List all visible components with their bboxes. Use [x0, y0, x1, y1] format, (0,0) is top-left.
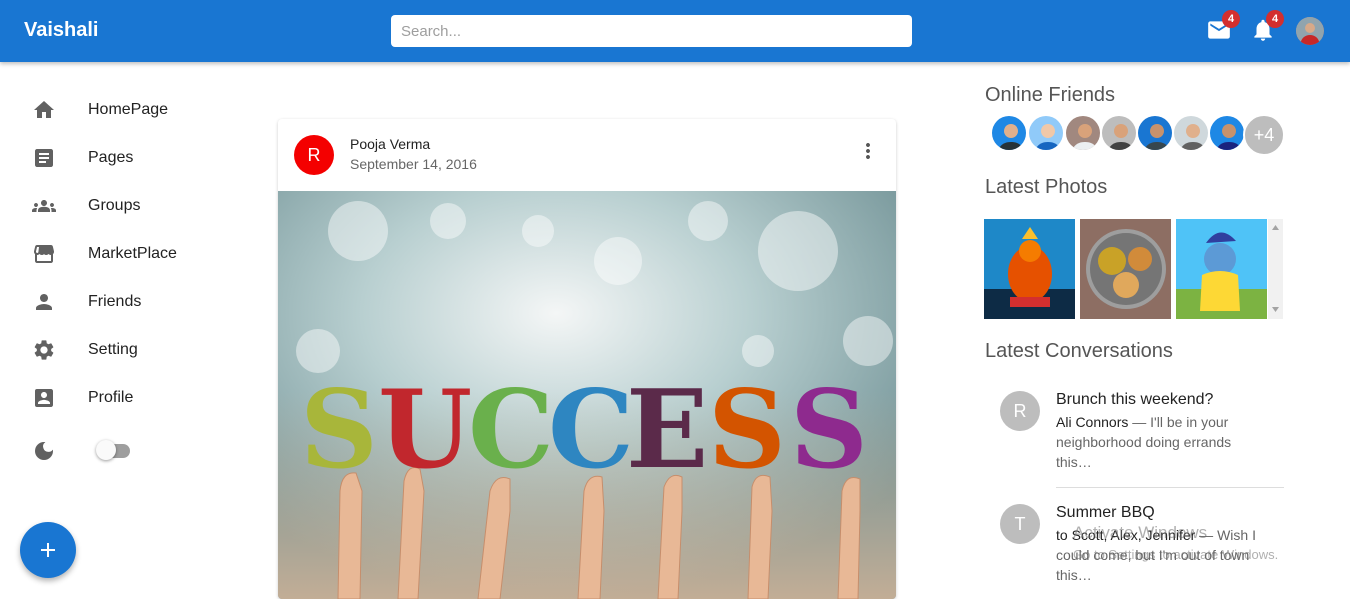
sidebar-item-label: MarketPlace — [88, 245, 177, 262]
svg-text:S: S — [708, 367, 786, 493]
conversation-title[interactable]: Summer BBQ — [1056, 504, 1155, 522]
sidebar-item-pages[interactable]: Pages — [0, 138, 220, 178]
plus-icon — [41, 543, 55, 557]
friend-avatar[interactable] — [1208, 114, 1246, 152]
friend-avatar[interactable] — [1172, 114, 1210, 152]
svg-text:U: U — [378, 367, 472, 493]
search-input[interactable] — [391, 15, 912, 47]
friend-avatar[interactable] — [1100, 114, 1138, 152]
storefront-icon — [34, 245, 54, 263]
conversation-title[interactable]: Brunch this weekend? — [1056, 391, 1213, 409]
sidebar-item-setting[interactable]: Setting — [0, 330, 220, 370]
scroll-down-icon — [1272, 307, 1279, 312]
groups-icon — [32, 200, 56, 212]
conversation-avatar[interactable]: T — [1000, 504, 1040, 544]
add-button[interactable] — [20, 522, 76, 578]
home-icon — [34, 101, 54, 118]
notifications-badge: 4 — [1266, 10, 1284, 28]
person-icon — [36, 294, 52, 310]
toggle-thumb — [96, 440, 116, 460]
friend-avatar[interactable] — [1027, 114, 1065, 152]
friend-avatar[interactable] — [1136, 114, 1174, 152]
user-avatar-image — [1296, 17, 1324, 45]
conversation-divider — [1056, 487, 1284, 488]
latest-conversations-title: Latest Conversations — [985, 340, 1173, 362]
post-author-name[interactable]: Pooja Verma — [350, 136, 430, 152]
user-avatar[interactable] — [1296, 17, 1324, 45]
online-friends-title: Online Friends — [985, 84, 1116, 106]
sidebar-item-friends[interactable]: Friends — [0, 282, 220, 322]
sidebar-item-homepage[interactable]: HomePage — [0, 90, 220, 130]
notifications-button[interactable]: 4 — [1250, 10, 1284, 43]
activate-windows-watermark: Activate Windows — [1073, 523, 1208, 542]
sidebar-item-label: Friends — [88, 293, 142, 310]
latest-photos-title: Latest Photos — [985, 176, 1108, 198]
dark-mode-icon — [35, 442, 53, 460]
activate-windows-subtitle: Go to Settings to activate Windows. — [1073, 547, 1279, 562]
more-friends-avatar[interactable]: +4 — [1243, 114, 1285, 156]
post-date: September 14, 2016 — [350, 156, 477, 172]
conversation-preview: Ali Connors — I'll be in your neighborho… — [1056, 412, 1268, 472]
svg-text:E: E — [626, 367, 708, 493]
more-vert-icon — [866, 143, 870, 159]
sidebar-item-label: Groups — [88, 197, 141, 214]
friend-avatar[interactable] — [1064, 114, 1102, 152]
friend-avatar[interactable] — [990, 114, 1028, 152]
scroll-up-icon — [1272, 225, 1279, 230]
sidebar-item-groups[interactable]: Groups — [0, 186, 220, 226]
photo-thumbnail[interactable] — [1176, 219, 1267, 319]
sidebar-item-marketplace[interactable]: MarketPlace — [0, 234, 220, 274]
post-card: R Pooja Verma September 14, 2016 S U C C… — [278, 119, 896, 599]
article-icon — [35, 149, 53, 167]
mail-badge: 4 — [1222, 10, 1240, 28]
sidebar-item-label: Setting — [88, 341, 138, 358]
svg-text:C: C — [548, 367, 634, 493]
photo-thumbnail[interactable] — [1080, 219, 1171, 319]
mail-button[interactable]: 4 — [1206, 10, 1240, 43]
svg-text:C: C — [468, 367, 554, 493]
sidebar-item-label: Profile — [88, 389, 134, 406]
post-image[interactable]: S U C C E S S — [278, 191, 896, 599]
conversation-sender: Ali Connors — [1056, 414, 1129, 430]
post-more-button[interactable] — [856, 139, 880, 163]
conversation-avatar[interactable]: R — [1000, 391, 1040, 431]
post-author-avatar[interactable]: R — [294, 135, 334, 175]
account-box-icon — [35, 389, 53, 407]
svg-text:S: S — [790, 367, 868, 493]
sidebar-item-profile[interactable]: Profile — [0, 378, 220, 418]
sidebar-item-label: Pages — [88, 149, 134, 166]
photo-thumbnail[interactable] — [984, 219, 1075, 319]
photos-scrollbar[interactable] — [1268, 219, 1283, 319]
svg-text:S: S — [300, 367, 378, 493]
sidebar-item-label: HomePage — [88, 101, 169, 118]
settings-icon — [34, 340, 54, 360]
app-bar: Vaishali 4 4 — [0, 0, 1350, 62]
theme-toggle[interactable] — [96, 440, 136, 460]
brand-title[interactable]: Vaishali — [24, 19, 99, 42]
